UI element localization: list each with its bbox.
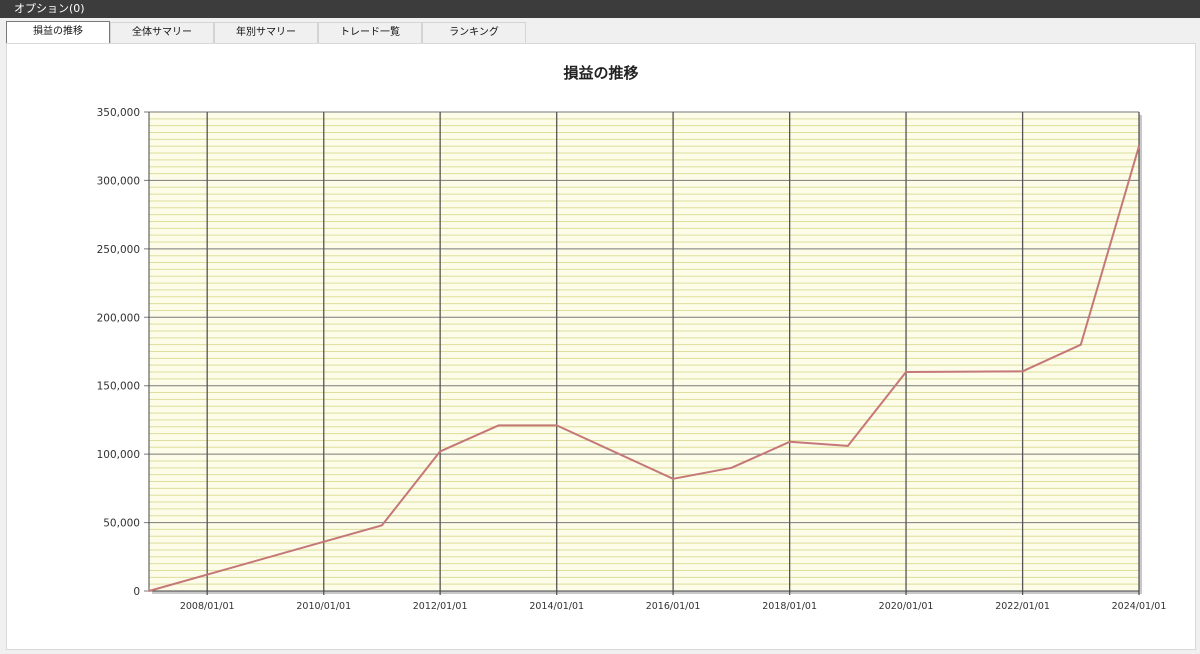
data-point bbox=[905, 371, 907, 373]
tab-profit-trend[interactable]: 損益の推移 bbox=[6, 21, 110, 44]
chart-panel: 損益の推移 0 50,000 100,000 150,000 200,000 250,00… bbox=[6, 43, 1196, 650]
y-tick-label: 300,000 bbox=[97, 175, 140, 187]
y-tick-label: 50,000 bbox=[103, 518, 140, 530]
data-point bbox=[846, 445, 849, 447]
x-tick-label: 2018/01/01 bbox=[762, 601, 817, 612]
y-tick-label: 350,000 bbox=[97, 107, 140, 119]
menu-options[interactable]: オプション(0) bbox=[14, 2, 85, 15]
data-point bbox=[1138, 145, 1140, 148]
data-point bbox=[672, 477, 674, 480]
x-tick-label: 2010/01/01 bbox=[296, 601, 351, 612]
x-tick-label: 2008/01/01 bbox=[180, 601, 235, 612]
plot-area: 0 50,000 100,000 150,000 200,000 250,000 300,0… bbox=[97, 107, 1167, 612]
tab-overall-summary[interactable]: 全体サマリー bbox=[110, 22, 214, 43]
menu-bar[interactable]: オプション(0) bbox=[0, 0, 1200, 18]
y-tick-label: 100,000 bbox=[97, 449, 140, 461]
x-tick-label: 2014/01/01 bbox=[529, 601, 584, 612]
tab-trade-list[interactable]: トレード一覧 bbox=[318, 22, 422, 43]
x-tick-label: 2016/01/01 bbox=[646, 601, 701, 612]
y-tick-label: 200,000 bbox=[97, 312, 140, 324]
data-point bbox=[788, 440, 791, 443]
chart-title: 損益の推移 bbox=[563, 64, 638, 82]
y-tick-label: 250,000 bbox=[97, 244, 140, 256]
y-tick-label: 150,000 bbox=[97, 381, 140, 393]
x-tick-label: 2022/01/01 bbox=[995, 601, 1050, 612]
x-tick-label: 2012/01/01 bbox=[413, 601, 468, 612]
y-tick-label: 0 bbox=[133, 586, 140, 598]
data-point bbox=[497, 424, 500, 427]
x-tick-label: 2024/01/01 bbox=[1112, 601, 1167, 612]
tab-ranking[interactable]: ランキング bbox=[422, 22, 526, 43]
data-point bbox=[148, 590, 150, 592]
x-tick-label: 2020/01/01 bbox=[879, 601, 934, 612]
profit-trend-chart: 損益の推移 0 50,000 100,000 150,000 200,000 250,00… bbox=[97, 64, 1167, 612]
data-point bbox=[1079, 343, 1082, 346]
tab-yearly-summary[interactable]: 年別サマリー bbox=[214, 22, 318, 43]
data-point bbox=[730, 466, 733, 469]
data-point bbox=[381, 524, 383, 527]
data-point bbox=[1021, 370, 1024, 373]
data-point bbox=[555, 424, 558, 427]
tab-strip: 損益の推移 全体サマリー 年別サマリー トレード一覧 ランキング bbox=[0, 18, 1200, 44]
data-point bbox=[439, 450, 442, 453]
